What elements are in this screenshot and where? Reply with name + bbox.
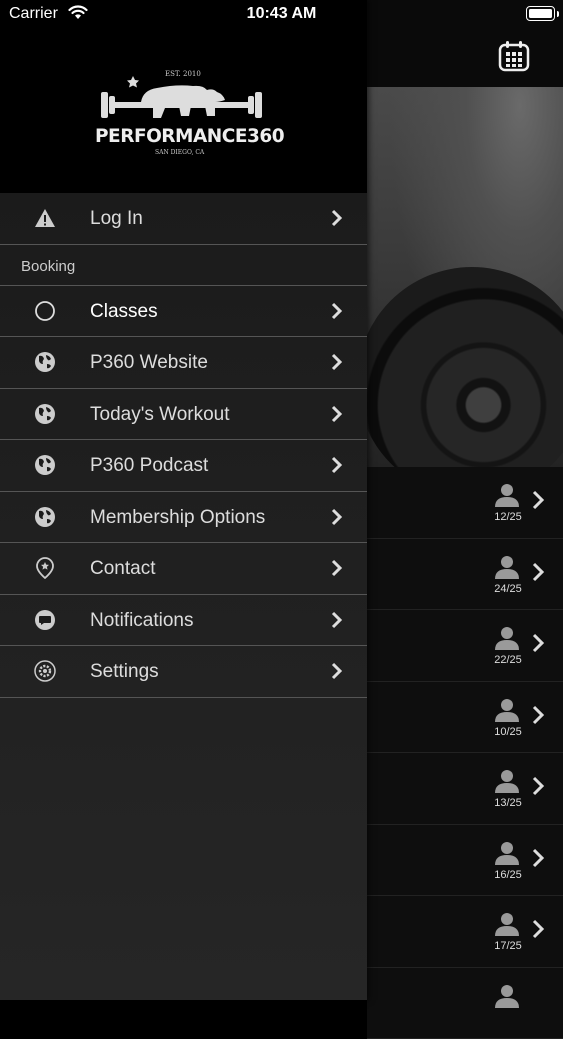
globe-icon <box>34 506 56 528</box>
menu-item-label: Today's Workout <box>90 404 230 426</box>
chevron-right-icon <box>531 704 545 726</box>
circle-icon <box>34 300 56 322</box>
chevron-right-icon <box>330 352 344 372</box>
chevron-right-icon <box>330 610 344 630</box>
chevron-right-icon <box>330 404 344 424</box>
menu-item-label: Settings <box>90 661 159 683</box>
menu-item-label: P360 Podcast <box>90 455 208 477</box>
menu-item-todays-workout[interactable]: Today's Workout <box>0 389 367 441</box>
clock: 10:43 AM <box>0 5 563 23</box>
class-row[interactable]: 12/25 <box>367 467 563 539</box>
chevron-right-icon <box>531 847 545 869</box>
person-icon <box>493 626 521 650</box>
class-row[interactable] <box>367 968 563 1039</box>
chevron-right-icon <box>330 661 344 681</box>
globe-icon <box>34 454 56 476</box>
menu-item-settings[interactable]: Settings <box>0 646 367 698</box>
class-count: 16/25 <box>483 869 533 881</box>
person-icon <box>493 483 521 507</box>
status-bar: Carrier 10:43 AM <box>0 0 563 30</box>
class-count: 10/25 <box>483 726 533 738</box>
person-icon <box>493 984 521 1008</box>
logo-location: SAN DIEGO, CA <box>155 149 204 156</box>
menu-item-label: P360 Website <box>90 352 208 374</box>
class-count: 13/25 <box>483 797 533 809</box>
class-row[interactable]: 10/25 <box>367 682 563 754</box>
menu-item-label: Notifications <box>90 610 194 632</box>
chevron-right-icon <box>531 489 545 511</box>
person-icon <box>493 698 521 722</box>
person-icon <box>493 841 521 865</box>
menu-item-label: Log In <box>90 208 143 230</box>
menu-item-p360-website[interactable]: P360 Website <box>0 337 367 389</box>
warning-icon <box>34 207 56 229</box>
person-icon <box>493 555 521 579</box>
globe-icon <box>34 403 56 425</box>
class-row[interactable]: 13/25 <box>367 753 563 825</box>
class-count: 17/25 <box>483 940 533 952</box>
gear-icon <box>34 660 56 682</box>
class-row[interactable]: 22/25 <box>367 610 563 682</box>
chevron-right-icon <box>330 455 344 475</box>
chevron-right-icon <box>330 208 344 228</box>
menu-item-label: Membership Options <box>90 507 265 529</box>
menu-item-membership-options[interactable]: Membership Options <box>0 492 367 544</box>
chevron-right-icon <box>330 558 344 578</box>
weight-plate-image <box>367 267 563 467</box>
class-row[interactable]: 24/25 <box>367 539 563 611</box>
chat-bubble-icon <box>34 609 56 631</box>
chevron-right-icon <box>330 507 344 527</box>
menu-item-classes[interactable]: Classes <box>0 286 367 338</box>
main-panel: 12/25 24/25 22/25 10/25 13/25 16/25 <box>367 0 563 1000</box>
drawer-menu: Log In Booking Classes P360 Website Toda… <box>0 193 367 698</box>
chevron-right-icon <box>531 775 545 797</box>
menu-item-p360-podcast[interactable]: P360 Podcast <box>0 440 367 492</box>
person-icon <box>493 912 521 936</box>
chevron-right-icon <box>531 561 545 583</box>
class-row[interactable]: 16/25 <box>367 825 563 897</box>
menu-item-login[interactable]: Log In <box>0 193 367 245</box>
battery-icon <box>526 6 555 21</box>
section-header-label: Booking <box>21 258 75 275</box>
section-header-booking: Booking <box>0 245 367 286</box>
logo-graphic <box>95 68 275 128</box>
brand-logo: EST. 2010 PERFORMANCE360 SAN DIEGO, CA <box>95 68 275 164</box>
calendar-icon[interactable] <box>498 40 530 72</box>
menu-item-notifications[interactable]: Notifications <box>0 595 367 647</box>
class-count: 12/25 <box>483 511 533 523</box>
person-icon <box>493 769 521 793</box>
menu-item-contact[interactable]: Contact <box>0 543 367 595</box>
logo-name: PERFORMANCE360 <box>95 126 275 147</box>
class-count: 24/25 <box>483 583 533 595</box>
hero-image <box>367 87 563 467</box>
menu-item-label: Contact <box>90 558 155 580</box>
location-pin-icon <box>34 557 56 579</box>
class-list: 12/25 24/25 22/25 10/25 13/25 16/25 <box>367 467 563 1039</box>
chevron-right-icon <box>531 632 545 654</box>
chevron-right-icon <box>531 918 545 940</box>
chevron-right-icon <box>330 301 344 321</box>
globe-icon <box>34 351 56 373</box>
menu-item-label: Classes <box>90 301 158 323</box>
side-drawer: EST. 2010 PERFORMANCE360 SAN DIEGO, CA L… <box>0 0 367 1000</box>
class-count: 22/25 <box>483 654 533 666</box>
class-row[interactable]: 17/25 <box>367 896 563 968</box>
